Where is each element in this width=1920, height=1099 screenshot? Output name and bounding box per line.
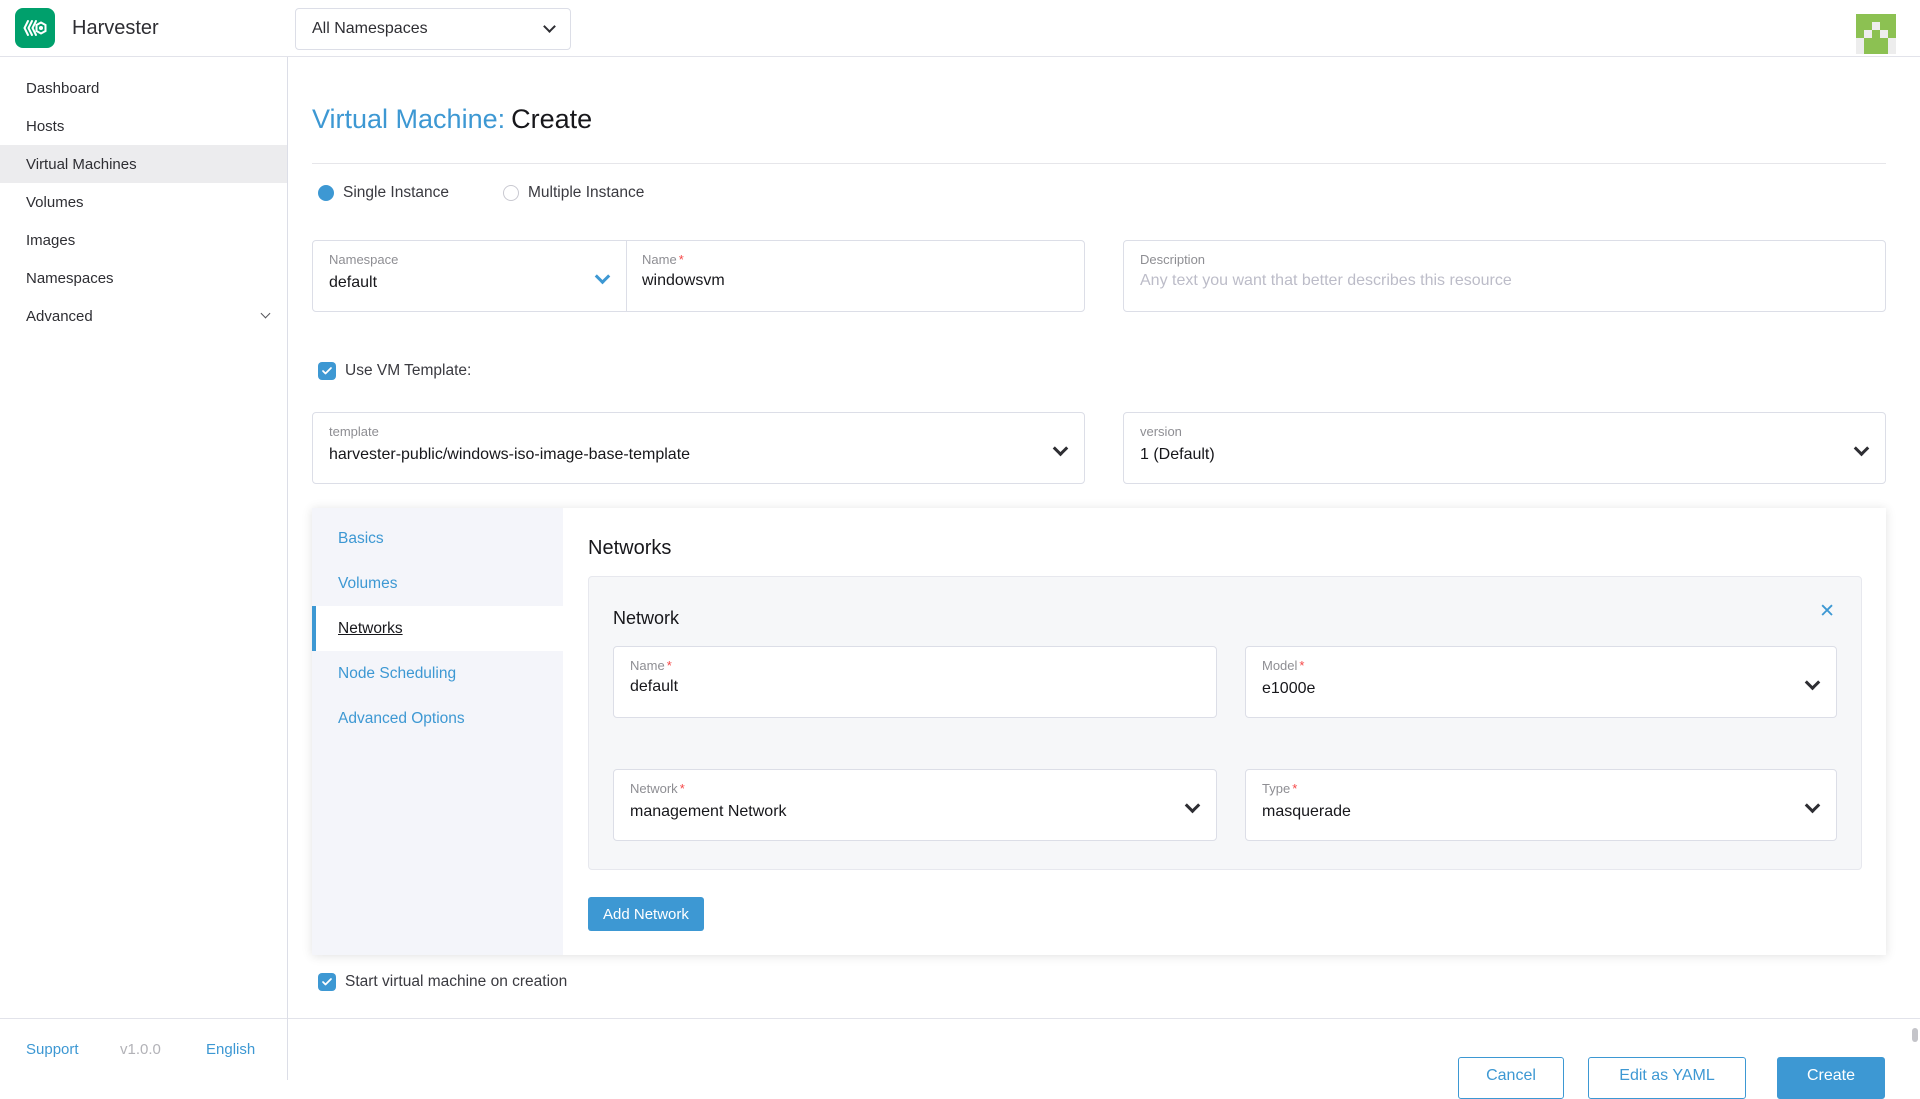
sidebar-item-images[interactable]: Images xyxy=(0,221,287,259)
start-on-creation-checkbox[interactable]: Start virtual machine on creation xyxy=(318,973,567,991)
tab-advanced-options[interactable]: Advanced Options xyxy=(312,696,563,741)
radio-single-instance[interactable]: Single Instance xyxy=(318,184,449,202)
namespace-select[interactable]: Namespace default xyxy=(313,241,626,311)
sidebar-nav: Dashboard Hosts Virtual Machines Volumes… xyxy=(0,57,287,1080)
sidebar-item-namespaces[interactable]: Namespaces xyxy=(0,259,287,297)
checkbox-checked-icon xyxy=(318,362,336,380)
network-network-value: management Network xyxy=(630,803,787,821)
create-button[interactable]: Create xyxy=(1777,1057,1885,1099)
page-title-action: Create xyxy=(511,104,592,134)
harvester-logo-icon xyxy=(15,8,55,48)
version-select[interactable]: version 1 (Default) xyxy=(1123,412,1886,484)
sidebar-item-volumes[interactable]: Volumes xyxy=(0,183,287,221)
page-title: Virtual Machine:Create xyxy=(312,104,592,135)
radio-multiple-instance[interactable]: Multiple Instance xyxy=(503,184,644,202)
chevron-down-icon xyxy=(1854,441,1870,457)
sidebar-item-advanced[interactable]: Advanced xyxy=(0,297,287,335)
chevron-down-icon xyxy=(595,269,611,285)
network-model-value: e1000e xyxy=(1262,680,1315,698)
tab-basics[interactable]: Basics xyxy=(312,516,563,561)
sidebar-item-hosts[interactable]: Hosts xyxy=(0,107,287,145)
sidebar-item-dashboard[interactable]: Dashboard xyxy=(0,69,287,107)
scrollbar-thumb[interactable] xyxy=(1912,1028,1918,1042)
vm-name-input[interactable] xyxy=(642,272,1068,290)
namespace-filter-value: All Namespaces xyxy=(312,20,428,38)
support-link[interactable]: Support xyxy=(26,1041,79,1058)
version-label: v1.0.0 xyxy=(120,1041,161,1058)
page-footer: Support v1.0.0 English Cancel Edit as YA… xyxy=(0,1018,1920,1080)
chevron-down-icon xyxy=(543,20,556,33)
app-title: Harvester xyxy=(72,17,159,40)
radio-unselected-icon xyxy=(503,185,519,201)
required-asterisk: * xyxy=(667,658,672,673)
required-asterisk: * xyxy=(680,781,685,796)
add-network-button[interactable]: Add Network xyxy=(588,897,704,931)
sidebar-divider xyxy=(287,57,288,1080)
required-asterisk: * xyxy=(1292,781,1297,796)
network-card: Network ✕ Name* Model* e1000e Network* m… xyxy=(588,576,1862,870)
chevron-down-icon xyxy=(1053,441,1069,457)
cancel-button[interactable]: Cancel xyxy=(1458,1057,1564,1099)
networks-heading: Networks xyxy=(588,537,671,560)
tab-node-scheduling[interactable]: Node Scheduling xyxy=(312,651,563,696)
networks-tab-panel: Networks Network ✕ Name* Model* e1000e N… xyxy=(563,508,1886,955)
required-asterisk: * xyxy=(679,252,684,267)
page-title-resource: Virtual Machine: xyxy=(312,104,505,134)
radio-selected-icon xyxy=(318,185,334,201)
main-content: Virtual Machine:Create Single Instance M… xyxy=(287,57,1920,1018)
instance-mode-radios: Single Instance Multiple Instance xyxy=(318,184,644,202)
network-model-select[interactable]: Model* e1000e xyxy=(1245,646,1837,718)
use-vm-template-checkbox[interactable]: Use VM Template: xyxy=(318,362,471,380)
namespace-filter-select[interactable]: All Namespaces xyxy=(295,8,571,50)
version-value: 1 (Default) xyxy=(1140,446,1215,464)
chevron-down-icon xyxy=(1805,675,1821,691)
chevron-down-icon xyxy=(261,309,271,319)
language-link[interactable]: English xyxy=(206,1041,255,1058)
edit-as-yaml-button[interactable]: Edit as YAML xyxy=(1588,1057,1746,1099)
user-avatar[interactable] xyxy=(1856,14,1896,54)
network-network-select[interactable]: Network* management Network xyxy=(613,769,1217,841)
network-type-select[interactable]: Type* masquerade xyxy=(1245,769,1837,841)
template-select[interactable]: template harvester-public/windows-iso-im… xyxy=(312,412,1085,484)
network-name-field: Name* xyxy=(613,646,1217,718)
tab-networks[interactable]: Networks xyxy=(312,606,563,651)
close-icon[interactable]: ✕ xyxy=(1819,602,1835,621)
checkbox-checked-icon xyxy=(318,973,336,991)
namespace-name-group: Namespace default Name* xyxy=(312,240,1085,312)
template-value: harvester-public/windows-iso-image-base-… xyxy=(329,446,690,464)
chevron-down-icon xyxy=(1185,798,1201,814)
sidebar-item-virtual-machines[interactable]: Virtual Machines xyxy=(0,145,287,183)
namespace-value: default xyxy=(329,274,377,292)
description-input[interactable] xyxy=(1140,272,1869,290)
network-name-input[interactable] xyxy=(630,678,1200,696)
description-field: Description xyxy=(1123,240,1886,312)
config-tab-strip: Basics Volumes Networks Node Scheduling … xyxy=(312,508,563,955)
vm-config-section: Basics Volumes Networks Node Scheduling … xyxy=(312,508,1886,955)
network-type-value: masquerade xyxy=(1262,803,1351,821)
tab-volumes[interactable]: Volumes xyxy=(312,561,563,606)
title-divider xyxy=(312,163,1886,164)
top-bar: Harvester All Namespaces xyxy=(0,0,1920,57)
chevron-down-icon xyxy=(1805,798,1821,814)
vm-name-field: Name* xyxy=(626,241,1084,311)
network-card-heading: Network xyxy=(613,608,679,629)
required-asterisk: * xyxy=(1299,658,1304,673)
